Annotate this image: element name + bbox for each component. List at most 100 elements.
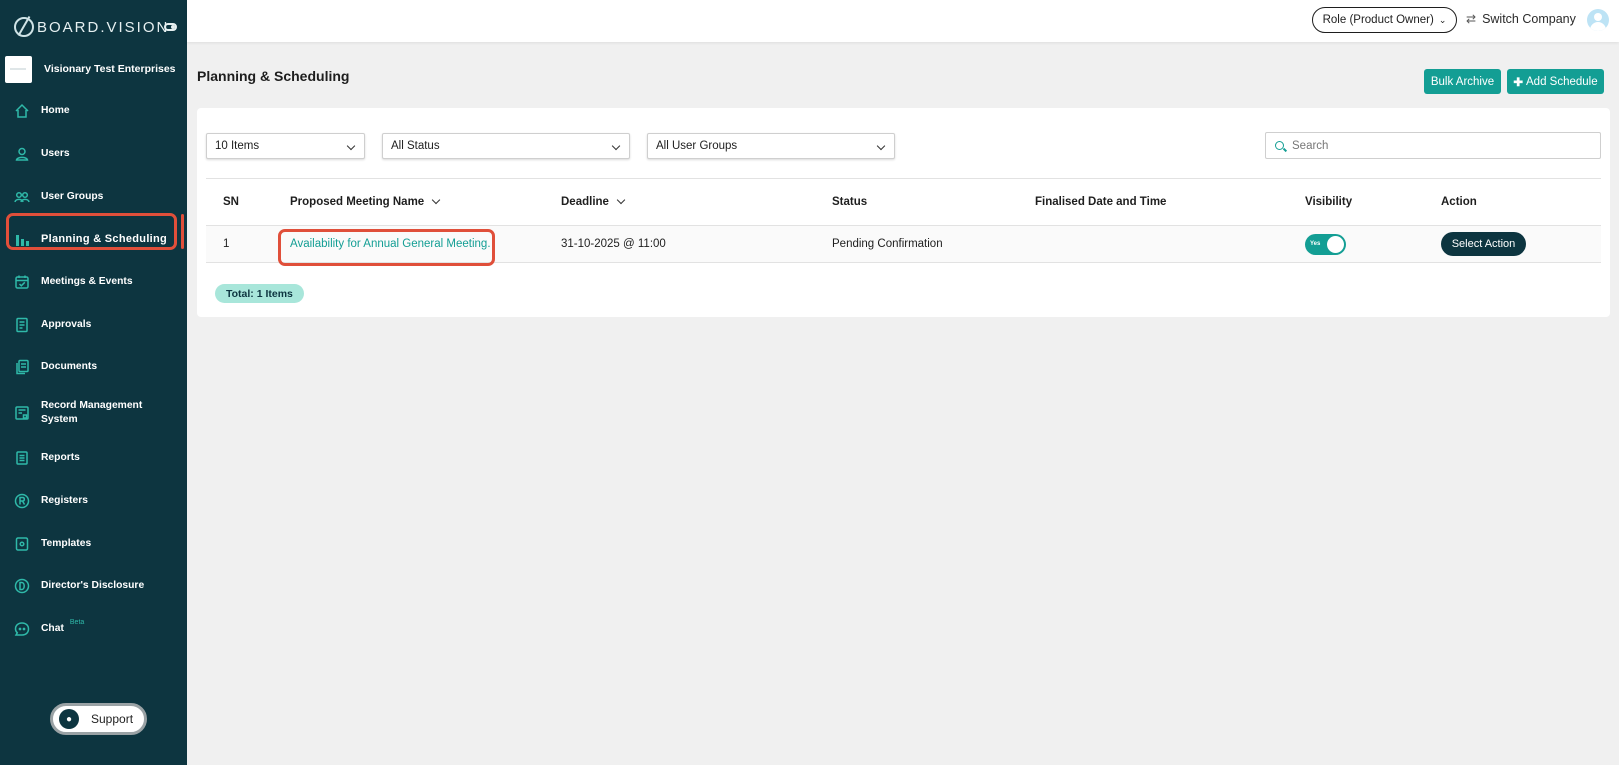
sidebar-item-record-management[interactable]: Record Management System (0, 389, 187, 437)
sidebar-item-label: Registers (41, 494, 88, 506)
sidebar: BOARD.VISION Visionary Test Enterprises … (0, 0, 187, 765)
sidebar-item-documents[interactable]: Documents (0, 346, 187, 389)
sidebar-item-directors-disclosure[interactable]: Director's Disclosure (0, 565, 187, 608)
user-groups-filter-select[interactable]: All User Groups (647, 133, 895, 159)
cell-deadline: 31-10-2025 @ 11:00 (561, 238, 666, 250)
items-per-page-value: 10 Items (215, 140, 260, 152)
select-action-button[interactable]: Select Action (1441, 232, 1526, 256)
sidebar-item-label: Director's Disclosure (41, 580, 145, 592)
sidebar-item-label: Users (41, 148, 70, 160)
status-filter-select[interactable]: All Status (382, 133, 630, 159)
user-groups-filter-value: All User Groups (656, 140, 738, 152)
company-selector: Visionary Test Enterprises (0, 54, 187, 84)
user-icon (14, 146, 30, 162)
add-schedule-label: Add Schedule (1526, 75, 1598, 88)
records-icon (14, 405, 30, 421)
templates-icon (14, 536, 30, 552)
chat-icon (14, 621, 30, 637)
logo-text: BOARD.VISION (37, 18, 170, 36)
items-per-page-select[interactable]: 10 Items (206, 133, 365, 159)
logo[interactable]: BOARD.VISION (0, 0, 187, 54)
switch-icon: ⇄ (1466, 12, 1477, 26)
approvals-icon (14, 317, 30, 333)
avatar[interactable] (1587, 9, 1609, 31)
search-placeholder: Search (1292, 139, 1329, 152)
sidebar-item-planning-scheduling[interactable]: Planning & Scheduling (0, 218, 187, 261)
top-bar: Role (Product Owner) ⌄ ⇄ Switch Company (187, 0, 1619, 42)
sidebar-item-label: User Groups (41, 190, 104, 202)
status-filter-value: All Status (391, 140, 440, 152)
switch-company-label: Switch Company (1482, 12, 1576, 26)
home-icon (14, 103, 30, 119)
sidebar-item-label: Planning & Scheduling (41, 233, 168, 246)
header-status: Status (832, 196, 868, 208)
header-sn: SN (223, 196, 239, 208)
header-deadline-label: Deadline (561, 196, 609, 208)
sidebar-item-label: Documents (41, 361, 98, 373)
bar-chart-icon (14, 231, 30, 247)
header-meeting-name[interactable]: Proposed Meeting Name (290, 179, 441, 225)
sidebar-item-templates[interactable]: Templates (0, 522, 187, 565)
support-button[interactable]: ● Support (50, 703, 147, 735)
plus-icon: ✚ (1513, 76, 1523, 89)
sidebar-item-meetings-events[interactable]: Meetings & Events (0, 261, 187, 304)
role-label: Role (Product Owner) (1322, 14, 1434, 26)
sidebar-item-label: Home (41, 105, 70, 117)
total-items-badge: Total: 1 Items (215, 284, 304, 303)
company-logo (5, 55, 32, 83)
company-name: Visionary Test Enterprises (44, 63, 176, 75)
sidebar-item-label: Approvals (41, 318, 92, 330)
sidebar-item-reports[interactable]: Reports (0, 437, 187, 480)
sidebar-item-label: Reports (41, 452, 80, 464)
sidebar-item-registers[interactable]: Registers (0, 480, 187, 523)
header-finalised: Finalised Date and Time (1035, 196, 1167, 208)
users-icon (14, 189, 30, 205)
header-deadline[interactable]: Deadline (561, 179, 626, 225)
documents-icon (14, 359, 30, 375)
sort-chevron-icon[interactable] (431, 195, 441, 205)
calendar-icon (14, 274, 30, 290)
cell-sn: 1 (223, 238, 230, 250)
sidebar-item-user-groups[interactable]: User Groups (0, 175, 187, 218)
visibility-toggle[interactable]: Yes (1305, 233, 1346, 255)
reports-icon (14, 450, 30, 466)
page-title: Planning & Scheduling (197, 68, 350, 84)
sidebar-toggle-icon[interactable] (164, 23, 177, 31)
sidebar-item-home[interactable]: Home (0, 90, 187, 133)
sidebar-item-label: Templates (41, 537, 92, 549)
support-label: Support (91, 712, 134, 726)
sort-chevron-icon[interactable] (616, 195, 626, 205)
chevron-down-icon (876, 141, 886, 151)
sidebar-item-label: Chat (41, 622, 64, 634)
schedule-table: SN Proposed Meeting Name Deadline Status… (206, 178, 1601, 266)
search-icon (1275, 141, 1284, 150)
table-header: SN Proposed Meeting Name Deadline Status… (206, 178, 1601, 226)
meeting-name-link[interactable]: Availability for Annual General Meeting. (290, 226, 491, 262)
sidebar-item-users[interactable]: Users (0, 133, 187, 176)
schedule-list-card: 10 Items All Status All User Groups Sear… (197, 108, 1610, 317)
search-input[interactable]: Search (1265, 132, 1601, 159)
sidebar-item-label: Meetings & Events (41, 276, 133, 288)
registers-icon (14, 493, 30, 509)
header-visibility: Visibility (1305, 196, 1353, 208)
chevron-down-icon (611, 141, 621, 151)
switch-company-button[interactable]: ⇄ Switch Company (1466, 12, 1576, 26)
cell-visibility: Yes (1305, 226, 1346, 262)
table-row: 1 Availability for Annual General Meetin… (206, 226, 1601, 266)
sidebar-nav: Home Users User Groups Planning & Schedu… (0, 90, 187, 650)
disclosure-icon (14, 578, 30, 594)
sidebar-item-chat[interactable]: Chat Beta (0, 608, 187, 651)
chevron-down-icon: ⌄ (1438, 14, 1447, 25)
active-item-indicator (181, 214, 184, 249)
cell-status: Pending Confirmation (832, 238, 943, 250)
bulk-archive-button[interactable]: Bulk Archive (1424, 69, 1501, 94)
role-dropdown[interactable]: Role (Product Owner) ⌄ (1312, 7, 1457, 33)
sidebar-item-label: Record Management System (41, 399, 143, 425)
beta-badge: Beta (69, 619, 85, 627)
sidebar-item-approvals[interactable]: Approvals (0, 303, 187, 346)
cell-action: Select Action (1441, 226, 1526, 262)
add-schedule-button[interactable]: ✚ Add Schedule (1507, 69, 1604, 94)
header-meeting-name-label: Proposed Meeting Name (290, 196, 425, 208)
header-action: Action (1441, 196, 1477, 208)
chevron-down-icon (346, 141, 356, 151)
